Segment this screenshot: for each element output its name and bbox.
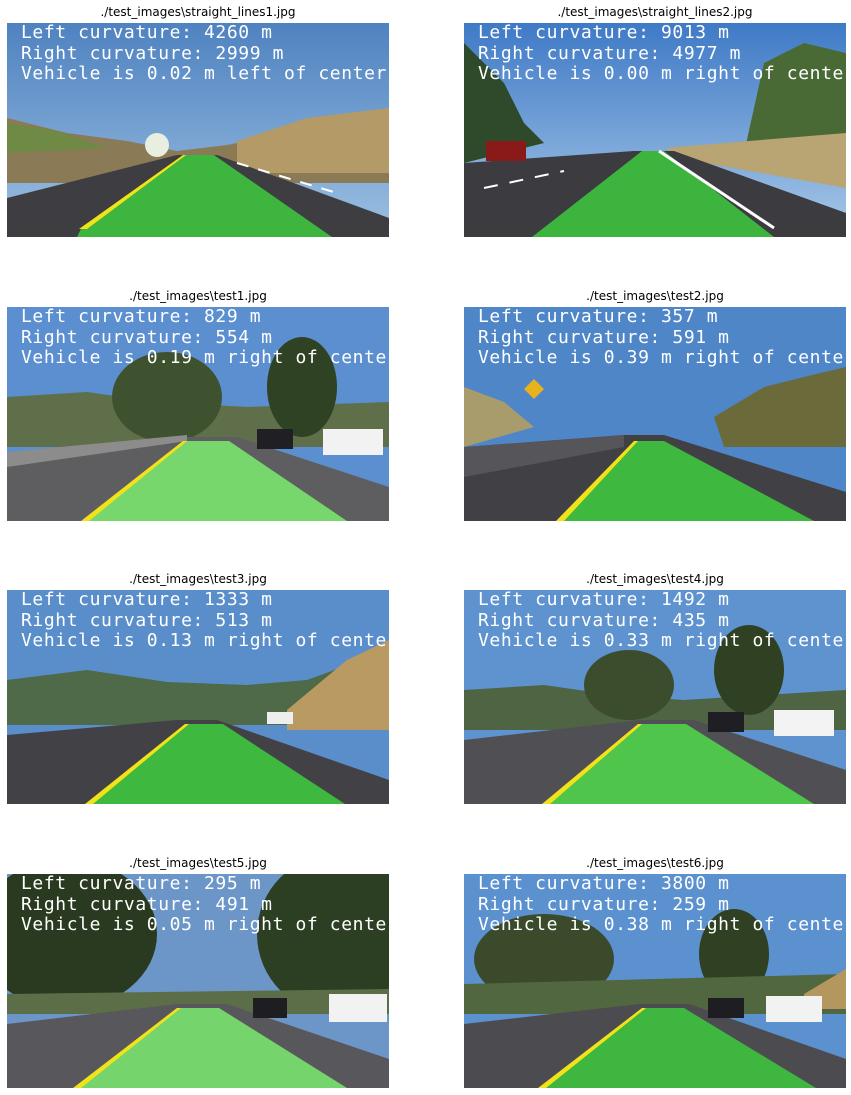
panel-title: ./test_images\test6.jpg bbox=[586, 856, 724, 870]
right-curvature-text: Right curvature: 591 m bbox=[478, 326, 730, 348]
vehicle-offset-text: Vehicle is 0.19 m right of center bbox=[21, 347, 389, 368]
lane-info-overlay: Left curvature: 4260 m Right curvature: … bbox=[21, 23, 387, 85]
right-curvature-text: Right curvature: 435 m bbox=[478, 609, 730, 631]
lane-info-overlay: Left curvature: 357 m Right curvature: 5… bbox=[478, 307, 846, 369]
panel-title: ./test_images\test1.jpg bbox=[129, 289, 267, 303]
right-curvature-text: Right curvature: 2999 m bbox=[21, 42, 285, 64]
lane-info-overlay: Left curvature: 9013 m Right curvature: … bbox=[478, 23, 846, 85]
panel-title: ./test_images\test2.jpg bbox=[586, 289, 724, 303]
road-image: Left curvature: 357 m Right curvature: 5… bbox=[464, 307, 846, 521]
panel-title: ./test_images\test5.jpg bbox=[129, 856, 267, 870]
lane-info-overlay: Left curvature: 1333 m Right curvature: … bbox=[21, 590, 389, 652]
vehicle-offset-text: Vehicle is 0.33 m right of center bbox=[478, 630, 846, 651]
road-image: Left curvature: 9013 m Right curvature: … bbox=[464, 23, 846, 237]
left-curvature-text: Left curvature: 829 m bbox=[21, 307, 262, 327]
left-curvature-text: Left curvature: 9013 m bbox=[478, 23, 730, 43]
panel-title: ./test_images\straight_lines1.jpg bbox=[100, 5, 296, 19]
left-curvature-text: Left curvature: 295 m bbox=[21, 874, 262, 894]
lane-info-overlay: Left curvature: 3800 m Right curvature: … bbox=[478, 874, 846, 936]
vehicle-offset-text: Vehicle is 0.13 m right of center bbox=[21, 630, 389, 651]
left-curvature-text: Left curvature: 1333 m bbox=[21, 590, 273, 610]
road-image: Left curvature: 4260 m Right curvature: … bbox=[7, 23, 389, 237]
left-curvature-text: Left curvature: 4260 m bbox=[21, 23, 273, 43]
road-image: Left curvature: 1333 m Right curvature: … bbox=[7, 590, 389, 804]
left-curvature-text: Left curvature: 3800 m bbox=[478, 874, 730, 894]
road-image: Left curvature: 295 m Right curvature: 4… bbox=[7, 874, 389, 1088]
right-curvature-text: Right curvature: 513 m bbox=[21, 609, 273, 631]
left-curvature-text: Left curvature: 1492 m bbox=[478, 590, 730, 610]
panel-title: ./test_images\test3.jpg bbox=[129, 572, 267, 586]
left-curvature-text: Left curvature: 357 m bbox=[478, 307, 719, 327]
road-image: Left curvature: 829 m Right curvature: 5… bbox=[7, 307, 389, 521]
right-curvature-text: Right curvature: 491 m bbox=[21, 893, 273, 915]
panel-title: ./test_images\straight_lines2.jpg bbox=[557, 5, 753, 19]
right-curvature-text: Right curvature: 4977 m bbox=[478, 42, 742, 64]
vehicle-offset-text: Vehicle is 0.39 m right of center bbox=[478, 347, 846, 368]
vehicle-offset-text: Vehicle is 0.02 m left of center bbox=[21, 63, 387, 84]
panel-title: ./test_images\test4.jpg bbox=[586, 572, 724, 586]
right-curvature-text: Right curvature: 554 m bbox=[21, 326, 273, 348]
vehicle-offset-text: Vehicle is 0.05 m right of center bbox=[21, 914, 389, 935]
road-image: Left curvature: 1492 m Right curvature: … bbox=[464, 590, 846, 804]
lane-info-overlay: Left curvature: 295 m Right curvature: 4… bbox=[21, 874, 389, 936]
vehicle-offset-text: Vehicle is 0.00 m right of center bbox=[478, 63, 846, 84]
lane-info-overlay: Left curvature: 1492 m Right curvature: … bbox=[478, 590, 846, 652]
road-image: Left curvature: 3800 m Right curvature: … bbox=[464, 874, 846, 1088]
vehicle-offset-text: Vehicle is 0.38 m right of center bbox=[478, 914, 846, 935]
lane-info-overlay: Left curvature: 829 m Right curvature: 5… bbox=[21, 307, 389, 369]
right-curvature-text: Right curvature: 259 m bbox=[478, 893, 730, 915]
